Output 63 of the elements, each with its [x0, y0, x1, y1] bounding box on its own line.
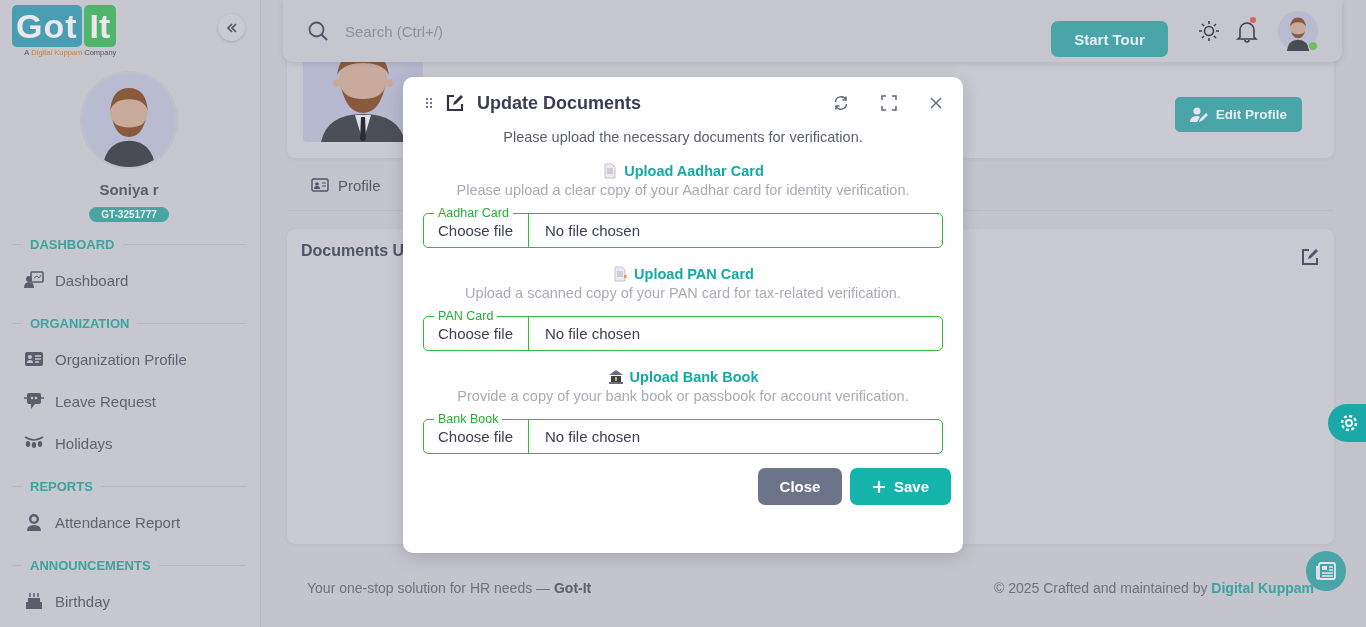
person-icon: [24, 513, 44, 531]
chat-icon: [24, 392, 44, 410]
footer-credit: © 2025 Crafted and maintained by Digital Kuppam: [994, 580, 1314, 596]
logo-text: Got: [12, 5, 82, 47]
document-icon: [612, 266, 629, 282]
close-button[interactable]: Close: [758, 468, 842, 505]
nav-item[interactable]: Dashboard: [12, 259, 246, 301]
file-status: No file chosen: [544, 323, 642, 344]
file-upload-field[interactable]: Bank Book Choose file No file chosen: [423, 412, 943, 454]
profile-tab[interactable]: Profile: [307, 170, 385, 200]
dialog-intro: Please upload the necessary documents for verification.: [502, 129, 864, 145]
save-button[interactable]: Save: [850, 468, 951, 505]
user-avatar[interactable]: [1278, 11, 1318, 51]
upload-heading: Upload Bank Book: [629, 369, 759, 385]
idcard-icon: [24, 350, 44, 368]
notification-bell-icon[interactable]: [1236, 19, 1258, 43]
sun-icon[interactable]: [1198, 20, 1220, 42]
section-heading: REPORTS: [30, 478, 93, 494]
edit-icon: [445, 93, 465, 113]
file-upload-field[interactable]: PAN Card Choose file No file chosen: [423, 309, 943, 351]
double-chevron-left-icon: [225, 21, 238, 34]
upload-description: Provide a copy of your bank book or passbook for account verification.: [456, 388, 910, 404]
nav-item[interactable]: Attendance Report: [12, 501, 246, 543]
search-icon: [307, 20, 329, 42]
plus-icon: [871, 479, 886, 494]
file-status: No file chosen: [544, 220, 642, 241]
dialog-title: Update Documents: [477, 92, 642, 114]
newspaper-icon: [1316, 562, 1336, 580]
presentation-icon: [24, 271, 44, 289]
id-card-icon: [311, 178, 329, 192]
edit-icon[interactable]: [1300, 247, 1320, 267]
file-status: No file chosen: [544, 426, 642, 447]
logo-text: It: [83, 5, 117, 47]
collapse-button[interactable]: [218, 14, 245, 41]
settings-icon: [1339, 413, 1359, 433]
footer-text: Your one-stop solution for HR needs — Got-It: [307, 580, 592, 596]
start-tour-button[interactable]: Start Tour: [1051, 21, 1168, 57]
document-icon: [602, 163, 619, 179]
section-heading: ANNOUNCEMENTS: [30, 557, 151, 573]
user-edit-icon: [1189, 106, 1208, 123]
nav-item[interactable]: Leave Request: [12, 380, 246, 422]
edit-profile-button[interactable]: Edit Profile: [1174, 97, 1302, 132]
card-title: Documents U: [301, 242, 405, 260]
bank-building-icon: [607, 369, 624, 385]
search-field[interactable]: Search (Ctrl+/): [343, 21, 647, 41]
upload-heading: Upload PAN Card: [634, 266, 754, 282]
drag-handle-icon[interactable]: [425, 97, 433, 109]
user-name: Soniya r: [98, 181, 160, 198]
employee-id-badge: GT-3251777: [89, 207, 169, 222]
fullscreen-icon[interactable]: [881, 95, 897, 111]
upload-description: Please upload a clear copy of your Aadhar card for identity verification.: [455, 182, 911, 198]
upload-description: Upload a scanned copy of your PAN card for tax-related verification.: [464, 285, 902, 301]
section-heading: ORGANIZATION: [30, 315, 130, 331]
settings-button[interactable]: [1328, 404, 1366, 442]
upload-heading: Upload Aadhar Card: [624, 163, 764, 179]
nav-item[interactable]: Holidays: [12, 422, 246, 464]
file-upload-field[interactable]: Aadhar Card Choose file No file chosen: [423, 206, 943, 248]
nav-item[interactable]: Organization Profile: [12, 338, 246, 380]
refresh-icon[interactable]: [833, 95, 849, 111]
cake-icon: [24, 592, 44, 610]
nav-item[interactable]: Birthday: [12, 580, 246, 622]
section-heading: DASHBOARD: [30, 236, 115, 252]
close-icon[interactable]: [929, 96, 943, 110]
